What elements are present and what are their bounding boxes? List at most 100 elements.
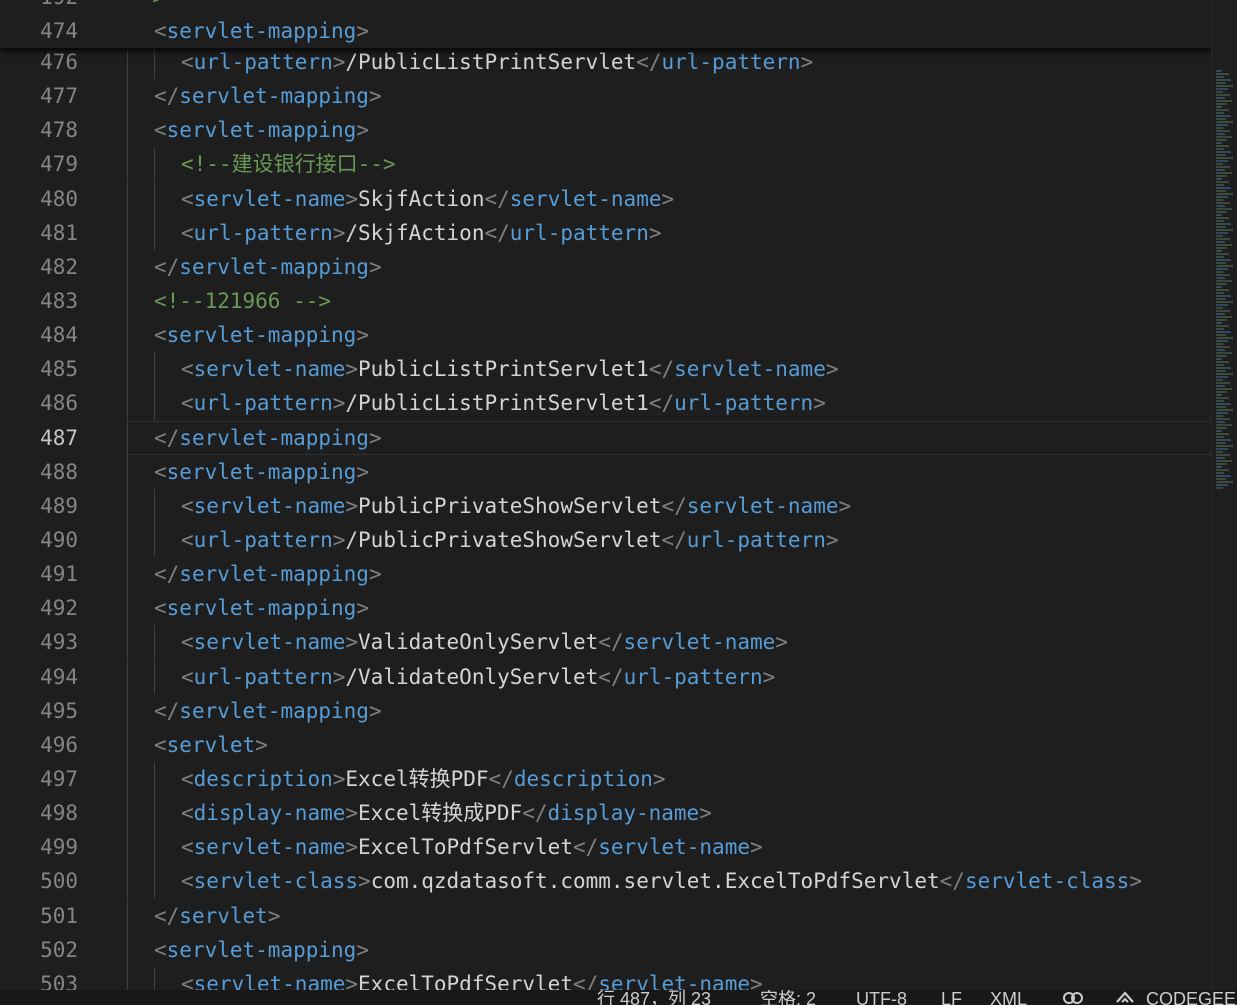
tag-bracket: >	[749, 835, 763, 860]
tag-bracket: <	[181, 801, 194, 826]
tag-name: servlet	[166, 732, 256, 757]
line-number: 497	[40, 766, 78, 791]
minimap-line	[1216, 241, 1225, 243]
code-text: <url-pattern>/PublicListPrintServlet1</u…	[181, 386, 826, 420]
code-line[interactable]: 491 </servlet-mapping>	[0, 557, 1212, 592]
code-line[interactable]: 493 <servlet-name>ValidateOnlyServlet</se…	[0, 625, 1212, 660]
tag-name: url-pattern	[509, 220, 649, 245]
tag-bracket: </	[154, 562, 180, 587]
code-line[interactable]: 476 <url-pattern>/PublicListPrintServlet<…	[0, 45, 1212, 79]
end-of-line[interactable]: LF	[941, 990, 962, 1005]
tag-bracket: >	[255, 732, 268, 757]
code-text: <!--建设银行接口-->	[181, 147, 396, 181]
minimap-line	[1216, 112, 1224, 114]
minimap-line	[1216, 223, 1231, 225]
code-text: </servlet-mapping>	[154, 557, 382, 591]
tag-bracket: </	[572, 971, 599, 990]
indent-guide	[127, 796, 128, 831]
tag-bracket: <	[181, 357, 194, 382]
minimap-line	[1216, 85, 1233, 87]
code-line[interactable]: 490 <url-pattern>/PublicPrivateShowServle…	[0, 522, 1212, 557]
sticky-line[interactable]: 474 <servlet-mapping>	[0, 14, 1212, 48]
code-line[interactable]: 478 <servlet-mapping>	[0, 113, 1212, 148]
minimap-line	[1216, 421, 1225, 423]
minimap-line	[1216, 451, 1223, 453]
code-line[interactable]: 500 <servlet-class>com.qzdatasoft.comm.se…	[0, 864, 1212, 899]
codegeex-label[interactable]: CODEGEEX	[1146, 990, 1237, 1005]
sticky-scroll-header[interactable]: 192 --> 474 <servlet-mapping>	[0, 0, 1212, 48]
code-line[interactable]: 479 <!--建设银行接口-->	[0, 147, 1212, 182]
line-number: 502	[40, 937, 78, 962]
code-line[interactable]: 485 <servlet-name>PublicListPrintServlet1…	[0, 352, 1212, 387]
tag-name: servlet-name	[509, 186, 662, 211]
code-line[interactable]: 486 <url-pattern>/PublicListPrintServlet1…	[0, 386, 1212, 421]
code-line[interactable]: 501 </servlet>	[0, 898, 1212, 933]
tag-bracket: <	[154, 19, 167, 43]
code-line[interactable]: 487 </servlet-mapping>	[0, 420, 1212, 455]
tag-name: servlet-name	[623, 630, 776, 655]
tag-bracket: <	[181, 766, 194, 791]
code-line[interactable]: 494 <url-pattern>/ValidateOnlyServlet</ur…	[0, 659, 1212, 694]
tag-bracket: >	[368, 84, 382, 109]
line-number: 496	[40, 732, 78, 757]
minimap-line	[1216, 325, 1229, 327]
code-line[interactable]: 495 </servlet-mapping>	[0, 693, 1212, 728]
minimap-line	[1216, 478, 1226, 480]
code-line[interactable]: 497 <description>Excel转换PDF</description>	[0, 761, 1212, 796]
code-line[interactable]: 499 <servlet-name>ExcelToPdfServlet</serv…	[0, 830, 1212, 865]
element-content: /PublicListPrintServlet1	[345, 391, 649, 416]
tag-name: description	[513, 766, 653, 791]
language-mode[interactable]: XML	[990, 990, 1027, 1005]
code-line[interactable]: 488 <servlet-mapping>	[0, 454, 1212, 489]
code-line[interactable]: 477 </servlet-mapping>	[0, 79, 1212, 114]
code-editor[interactable]: 192 --> 474 <servlet-mapping> 476<url-pa…	[0, 0, 1237, 990]
code-line[interactable]: 484 <servlet-mapping>	[0, 318, 1212, 353]
code-line[interactable]: 481 <url-pattern>/SkjfAction</url-pattern…	[0, 215, 1212, 250]
encoding[interactable]: UTF-8	[856, 990, 907, 1005]
indent-guide	[127, 181, 128, 216]
code-line[interactable]: 482 </servlet-mapping>	[0, 249, 1212, 284]
codegeex-icon[interactable]	[1114, 990, 1136, 1004]
tag-name: servlet-name	[193, 357, 346, 382]
line-number: 489	[40, 493, 78, 518]
code-text: <servlet-name>PublicPrivateShowServlet</…	[181, 489, 851, 523]
line-number: 490	[40, 527, 78, 552]
minimap-line	[1216, 220, 1224, 222]
tag-name: url-pattern	[623, 664, 763, 689]
tag-name: servlet-mapping	[179, 698, 369, 723]
element-content: /SkjfAction	[345, 220, 485, 245]
code-line[interactable]: 483 <!--121966 -->	[0, 283, 1212, 318]
code-line[interactable]: 502 <servlet-mapping>	[0, 932, 1212, 967]
cursor-position[interactable]: 行 487，列 23	[597, 990, 711, 1005]
tag-bracket: <	[181, 50, 194, 74]
code-line[interactable]: 496 <servlet>	[0, 727, 1212, 762]
minimap-line	[1216, 142, 1222, 144]
tag-bracket: >	[332, 766, 346, 791]
code-line[interactable]: 503 <servlet-name>ExcelToPdfServlet</serv…	[0, 966, 1212, 990]
line-number: 488	[40, 459, 78, 484]
tag-bracket: >	[345, 801, 359, 826]
copilot-icon[interactable]	[1062, 990, 1084, 1004]
code-text: <servlet-mapping>	[154, 318, 369, 352]
minimap[interactable]	[1211, 0, 1237, 990]
minimap-line	[1216, 208, 1232, 210]
minimap-line	[1216, 466, 1222, 468]
minimap-line	[1216, 115, 1231, 117]
minimap-line	[1216, 292, 1224, 294]
tag-bracket: >	[368, 425, 382, 450]
minimap-line	[1216, 457, 1225, 459]
indent-guide	[127, 79, 128, 114]
code-line[interactable]: 492 <servlet-mapping>	[0, 591, 1212, 626]
code-line[interactable]: 498 <display-name>Excel转换成PDF</display-na…	[0, 796, 1212, 831]
tag-bracket: </	[154, 698, 180, 723]
indentation-setting[interactable]: 空格: 2	[760, 990, 816, 1005]
indent-guide	[127, 898, 128, 933]
code-line[interactable]: 480 <servlet-name>SkjfAction</servlet-nam…	[0, 181, 1212, 216]
minimap-line	[1216, 139, 1227, 141]
minimap-line	[1216, 268, 1228, 270]
indent-guide	[127, 761, 128, 796]
code-line[interactable]: 489 <servlet-name>PublicPrivateShowServle…	[0, 488, 1212, 523]
minimap-line	[1216, 187, 1231, 189]
minimap-line	[1216, 481, 1233, 483]
tag-name: servlet-name	[193, 186, 346, 211]
